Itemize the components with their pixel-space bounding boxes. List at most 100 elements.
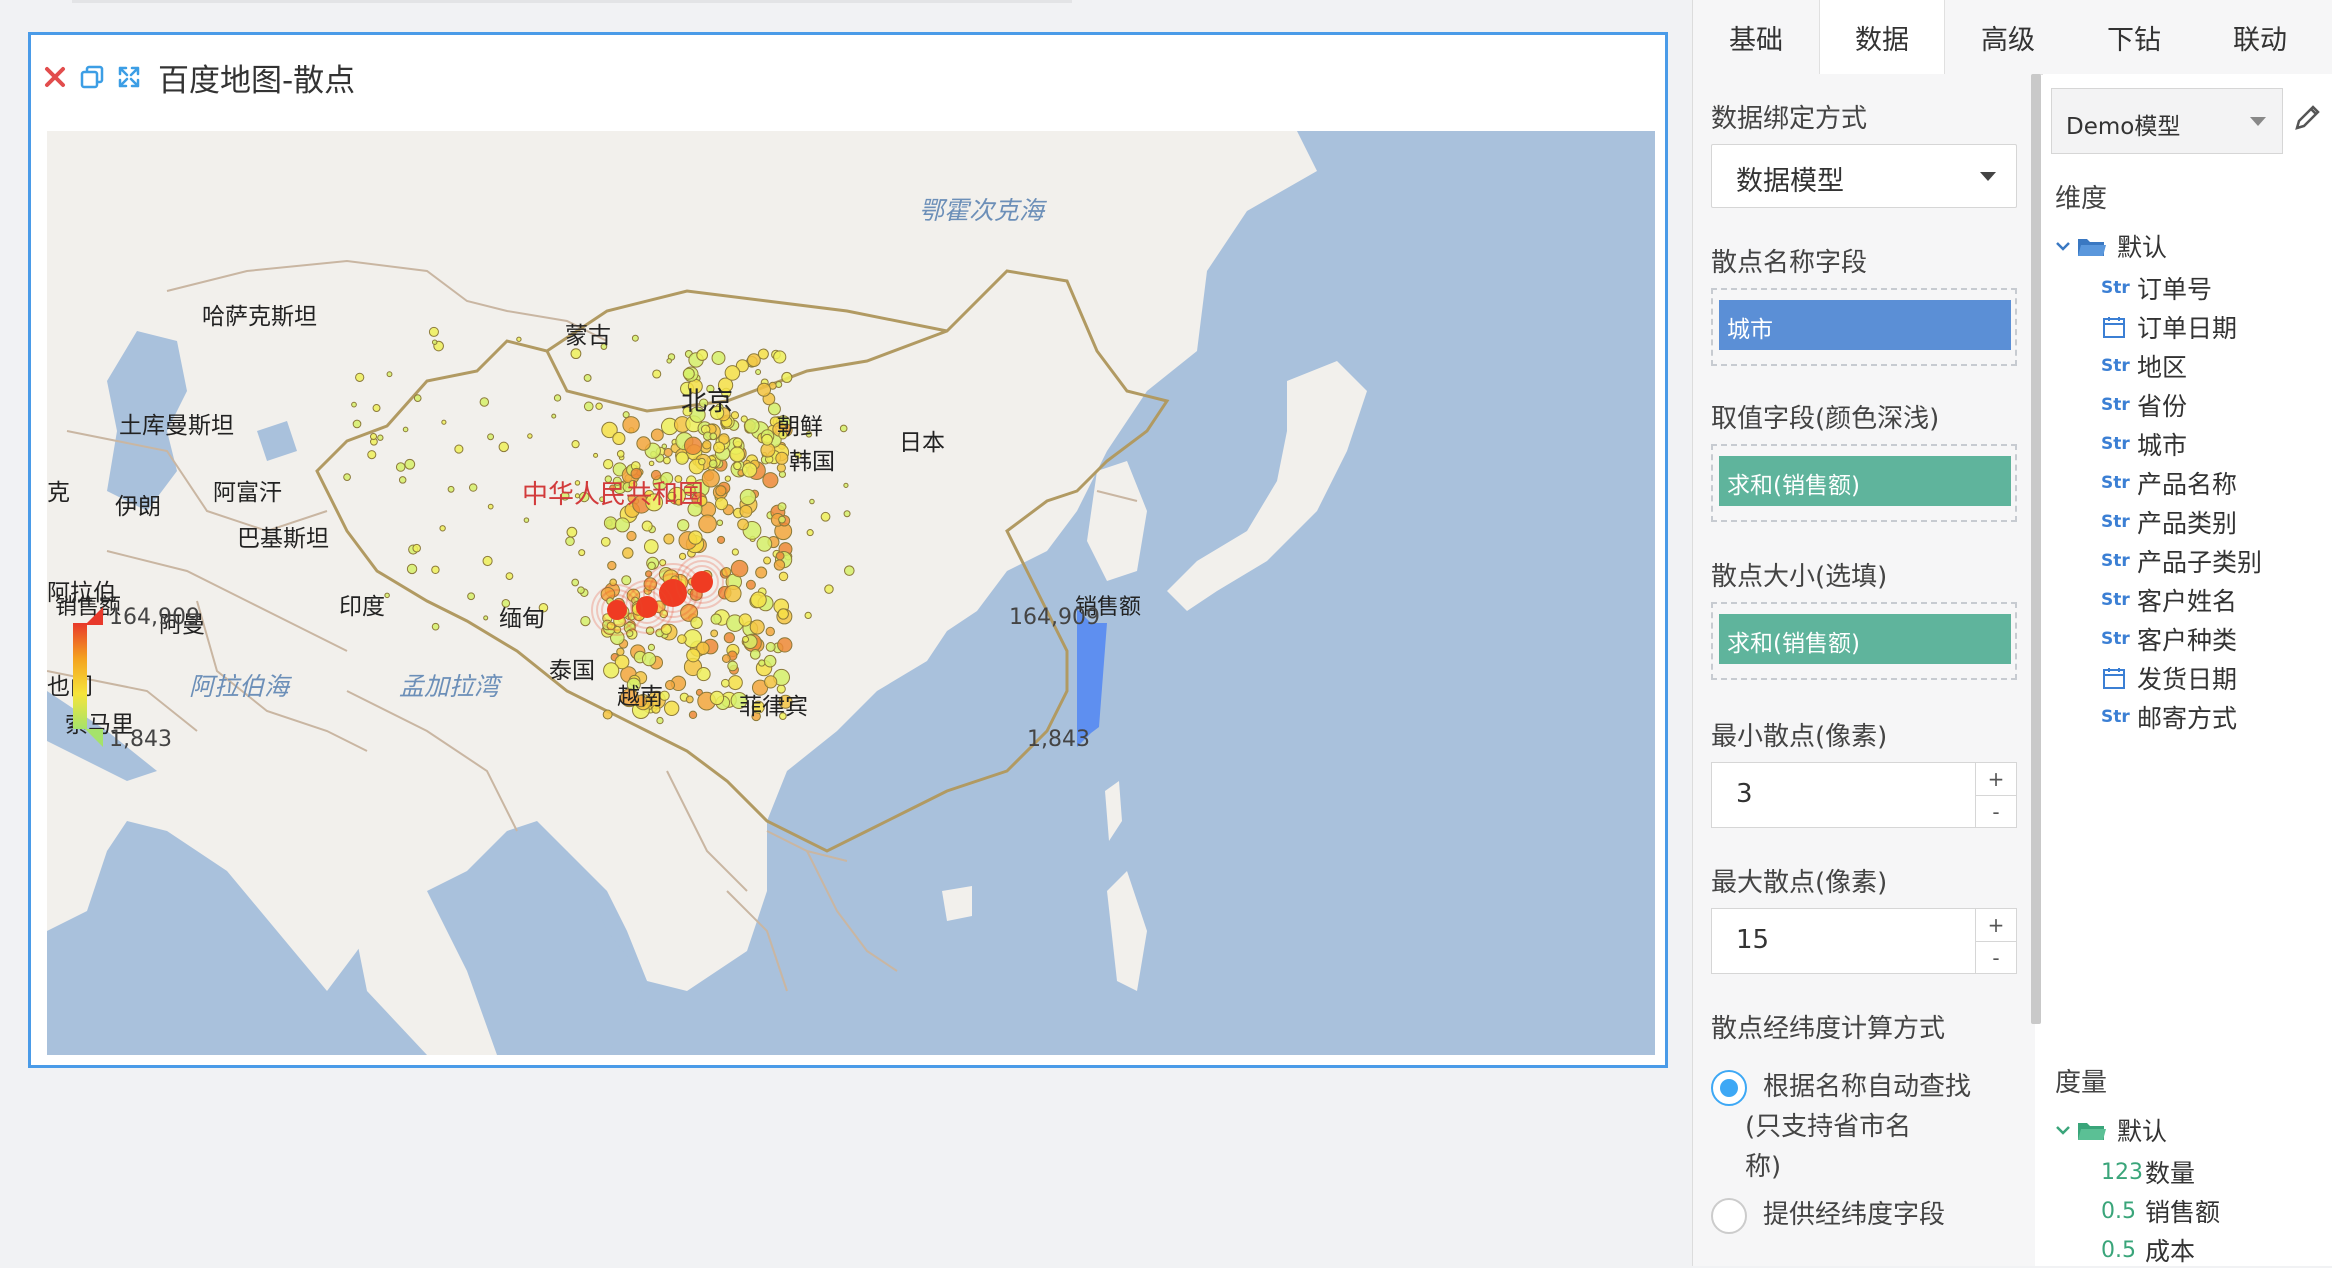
scatter-point[interactable] [765, 642, 776, 652]
scatter-point[interactable] [742, 635, 750, 643]
min-size-stepper[interactable]: 3 + - [1711, 762, 2017, 828]
measure-field[interactable]: 0.5 成本 [2101, 1232, 2195, 1268]
dimension-field[interactable]: Str 客户种类 [2101, 621, 2237, 657]
scatter-point[interactable] [523, 517, 530, 523]
scatter-point[interactable] [721, 654, 731, 663]
dimension-field[interactable]: 发货日期 [2101, 660, 2237, 696]
scatter-point[interactable] [710, 629, 719, 638]
dimension-folder[interactable]: 默认 [2055, 228, 2167, 264]
scatter-point[interactable] [804, 611, 812, 620]
scatter-point[interactable] [702, 440, 712, 450]
scatter-point[interactable] [716, 535, 726, 544]
scatter-point[interactable] [709, 432, 718, 441]
measure-field[interactable]: 0.5 销售额 [2101, 1193, 2220, 1229]
scatter-point[interactable] [621, 575, 632, 586]
scatter-point[interactable] [551, 413, 557, 419]
scatter-point[interactable] [487, 433, 495, 441]
resize-handle[interactable] [1649, 1049, 1668, 1068]
scatter-point[interactable] [806, 529, 814, 537]
tab-drilldown[interactable]: 下钻 [2071, 0, 2197, 74]
scatter-point[interactable] [677, 634, 687, 644]
scatter-point[interactable] [775, 551, 785, 561]
scatter-point[interactable] [483, 615, 489, 621]
scatter-point[interactable] [763, 654, 777, 668]
dimension-field[interactable]: Str 邮寄方式 [2101, 699, 2237, 735]
scatter-point[interactable] [487, 503, 494, 510]
scatter-point[interactable] [607, 560, 617, 571]
scatter-point[interactable] [553, 394, 562, 402]
scatter-point[interactable] [602, 709, 613, 720]
dimension-field[interactable]: Str 城市 [2101, 426, 2187, 462]
scatter-point[interactable] [343, 473, 351, 482]
scatter-point[interactable] [641, 652, 657, 667]
geo-fields-radio[interactable] [1711, 1198, 1747, 1234]
scatter-point[interactable] [641, 520, 653, 532]
max-size-increment[interactable]: + [1976, 909, 2016, 942]
legend-left-max-handle[interactable] [85, 607, 103, 625]
scatter-point[interactable] [843, 510, 851, 518]
scatter-point[interactable] [745, 579, 756, 590]
scatter-point[interactable] [739, 504, 753, 518]
scatter-point[interactable] [386, 371, 393, 378]
scatter-point[interactable] [713, 441, 726, 454]
scatter-point[interactable] [723, 632, 735, 644]
scatter-point[interactable] [708, 459, 718, 469]
scatter-point[interactable] [616, 450, 625, 458]
scatter-point[interactable] [571, 578, 580, 587]
tab-data[interactable]: 数据 [1819, 0, 1945, 75]
scatter-point[interactable] [468, 483, 478, 492]
scatter-point[interactable] [454, 444, 464, 454]
scatter-point[interactable] [565, 536, 575, 547]
scatter-point[interactable] [756, 382, 772, 397]
scatter-point[interactable] [730, 559, 749, 578]
scatter-point[interactable] [739, 488, 757, 506]
dimension-field[interactable]: Str 产品名称 [2101, 465, 2237, 501]
size-field-dropzone[interactable]: 求和(销售额) [1711, 602, 2017, 680]
scatter-point[interactable] [720, 678, 730, 688]
scatter-point[interactable] [603, 662, 620, 679]
scatter-point[interactable] [711, 351, 726, 365]
scatter-point[interactable] [406, 563, 418, 575]
measure-field[interactable]: 123 数量 [2101, 1154, 2195, 1190]
scatter-point[interactable] [758, 659, 766, 667]
scatter-point[interactable] [622, 547, 634, 559]
scatter-point[interactable] [732, 437, 743, 448]
copy-icon[interactable] [78, 63, 106, 91]
scatter-point[interactable] [685, 695, 694, 704]
scatter-point[interactable] [844, 565, 855, 576]
scatter-point[interactable] [773, 559, 786, 571]
scatter-point[interactable] [447, 485, 455, 493]
scatter-point[interactable] [355, 372, 365, 382]
geo-fields-label[interactable]: 提供经纬度字段 [1763, 1196, 1945, 1234]
scatter-point[interactable] [750, 591, 767, 609]
scatter-point[interactable] [369, 433, 378, 441]
close-icon[interactable] [41, 63, 69, 91]
scatter-point[interactable] [701, 469, 720, 488]
value-field-dropzone[interactable]: 求和(销售额) [1711, 444, 2017, 522]
scatter-point[interactable] [698, 514, 717, 534]
scatter-point[interactable] [505, 572, 514, 580]
geo-auto-radio[interactable] [1711, 1070, 1747, 1106]
scatter-point[interactable] [663, 447, 673, 457]
settings-scrollbar[interactable] [2031, 74, 2041, 1024]
scatter-point[interactable] [731, 548, 739, 556]
scatter-point[interactable] [595, 402, 603, 410]
scatter-point[interactable] [710, 613, 722, 625]
scatter-point[interactable] [809, 498, 815, 505]
scatter-point[interactable] [431, 565, 440, 575]
dimension-field[interactable]: Str 客户姓名 [2101, 582, 2237, 618]
scatter-point[interactable] [636, 436, 651, 451]
scatter-point[interactable] [777, 502, 787, 512]
scatter-point[interactable] [498, 441, 509, 453]
scatter-point[interactable] [778, 571, 789, 582]
scatter-point[interactable] [824, 584, 834, 594]
scatter-point[interactable] [612, 431, 626, 446]
scatter-point[interactable] [664, 680, 676, 691]
scatter-point[interactable] [577, 586, 585, 594]
expand-icon[interactable] [115, 63, 143, 91]
scatter-point[interactable] [428, 326, 439, 337]
scatter-point[interactable] [677, 519, 690, 532]
measure-folder[interactable]: 默认 [2055, 1112, 2167, 1148]
tab-advanced[interactable]: 高级 [1945, 0, 2071, 74]
binding-select[interactable]: 数据模型 [1711, 144, 2017, 208]
